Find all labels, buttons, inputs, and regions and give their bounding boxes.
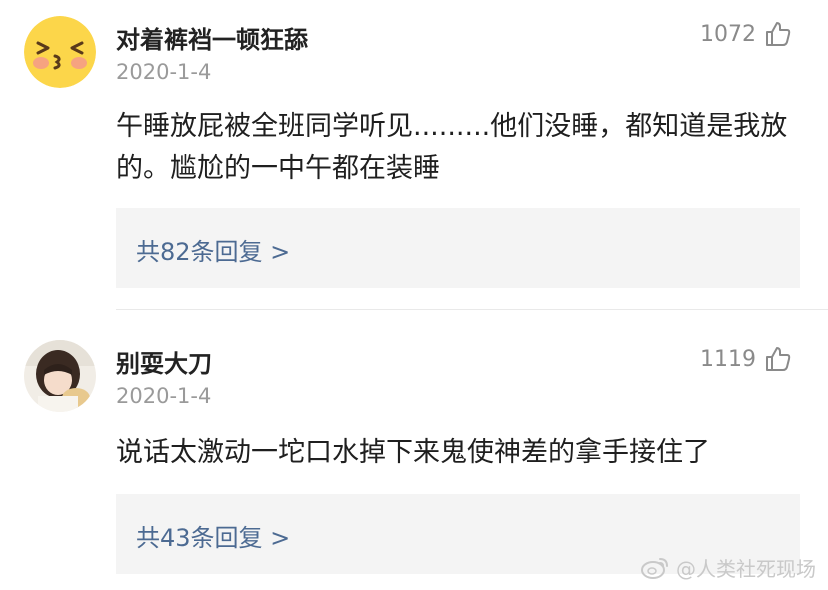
- comment-date: 2020-1-4: [116, 384, 212, 408]
- avatar[interactable]: [24, 340, 96, 412]
- view-replies-link[interactable]: 共43条回复 >: [136, 518, 290, 553]
- weibo-logo-icon: [640, 556, 670, 580]
- watermark-text: @人类社死现场: [676, 557, 816, 581]
- comment-text: 说话太激动一坨口水掉下来鬼使神差的拿手接住了: [116, 437, 710, 468]
- thumbs-up-icon: [764, 345, 792, 373]
- watermark: @人类社死现场: [640, 553, 816, 582]
- girl-photo-avatar-icon: [24, 340, 96, 412]
- username[interactable]: 别耍大刀: [116, 344, 212, 379]
- like-count: 1119: [700, 346, 756, 372]
- comment-feed: 对着裤裆一顿狂舔 2020-1-4 1072 午睡放屁被全班同学听见......…: [0, 0, 828, 590]
- like-button[interactable]: 1119: [700, 345, 792, 373]
- comment-item: 别耍大刀 2020-1-4 1119 说话太激动一坨口水掉下来鬼使神差的拿手接住…: [0, 0, 828, 590]
